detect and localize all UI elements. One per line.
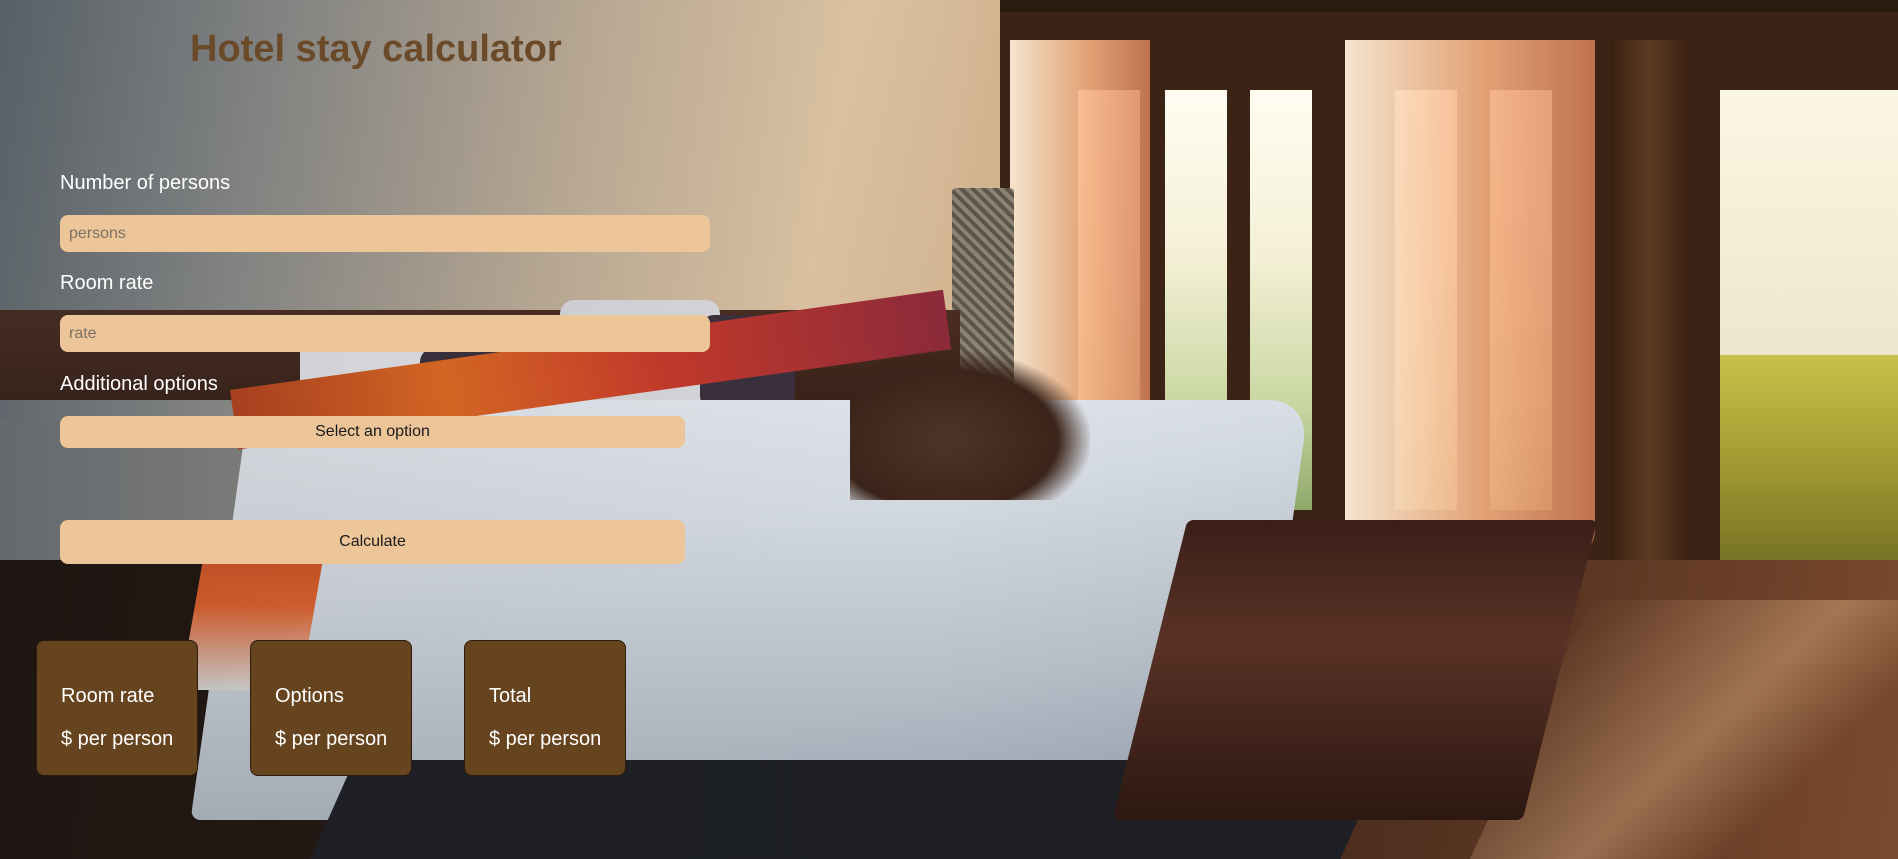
additional-options-label: Additional options bbox=[60, 373, 218, 395]
select-selected-text: Select an option bbox=[315, 423, 430, 440]
room-rate-label: Room rate bbox=[60, 272, 154, 294]
result-value: $ per person bbox=[275, 728, 388, 750]
result-value: $ per person bbox=[61, 728, 174, 750]
room-rate-result-card: Room rate $ per person bbox=[36, 640, 198, 776]
result-value: $ per person bbox=[489, 728, 602, 750]
persons-input[interactable] bbox=[60, 215, 710, 252]
result-title: Options bbox=[275, 685, 344, 707]
page-title: Hotel stay calculator bbox=[190, 28, 562, 70]
calculate-button-label: Calculate bbox=[339, 533, 406, 550]
options-result-card: Options $ per person bbox=[250, 640, 412, 776]
room-rate-input[interactable] bbox=[60, 315, 710, 352]
result-title: Room rate bbox=[61, 685, 155, 707]
calculate-button[interactable]: Calculate bbox=[60, 520, 685, 564]
result-title: Total bbox=[489, 685, 532, 707]
persons-label: Number of persons bbox=[60, 172, 231, 194]
additional-options-select[interactable]: Select an option bbox=[60, 416, 685, 448]
total-result-card: Total $ per person bbox=[464, 640, 626, 776]
